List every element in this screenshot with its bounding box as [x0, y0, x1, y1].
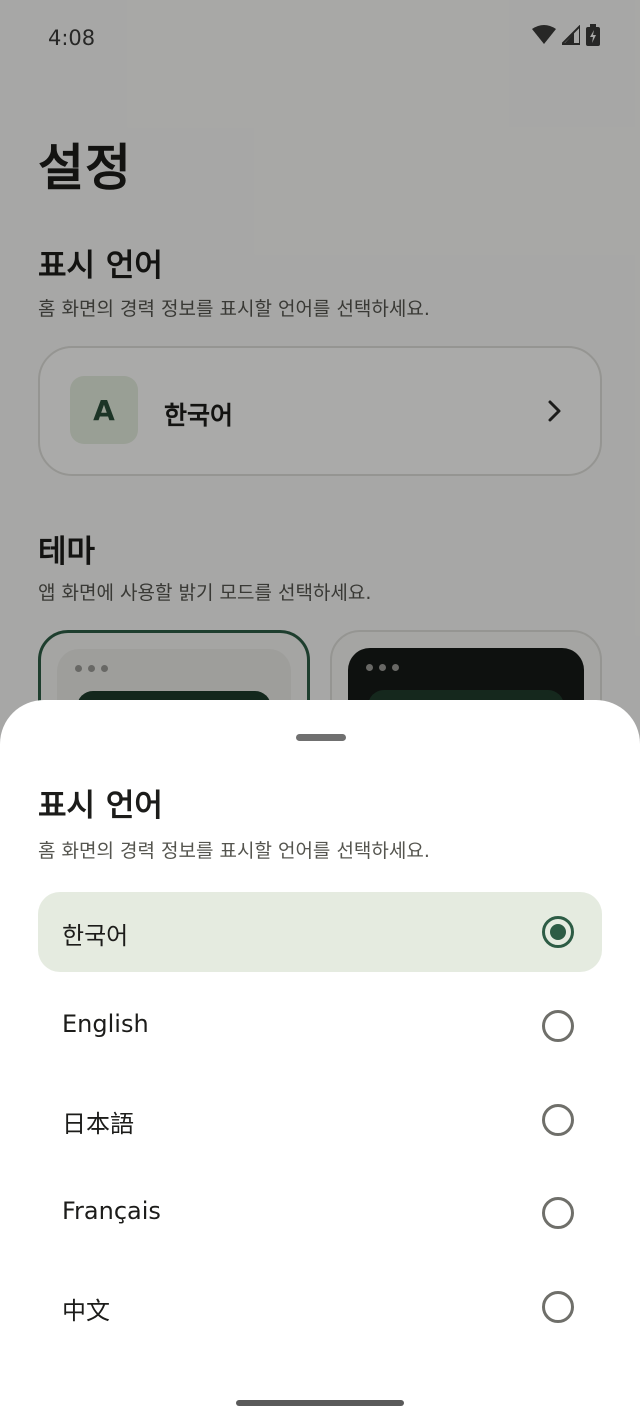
radio-checked-icon[interactable]: [542, 916, 574, 948]
language-option-french[interactable]: Français: [38, 1173, 602, 1253]
language-option-chinese[interactable]: 中文: [38, 1267, 602, 1347]
language-option-label: English: [62, 1010, 149, 1038]
language-option-label: 中文: [62, 1297, 110, 1325]
drag-handle[interactable]: [296, 734, 346, 741]
language-option-english[interactable]: English: [38, 986, 602, 1066]
language-option-label: 한국어: [62, 922, 129, 950]
radio-unchecked-icon[interactable]: [542, 1197, 574, 1229]
language-bottom-sheet: 표시 언어 홈 화면의 경력 정보를 표시할 언어를 선택하세요. 한국어 En…: [0, 700, 640, 1422]
radio-unchecked-icon[interactable]: [542, 1010, 574, 1042]
home-indicator[interactable]: [236, 1400, 404, 1406]
language-option-label: Français: [62, 1197, 161, 1225]
language-option-korean[interactable]: 한국어: [38, 892, 602, 972]
radio-unchecked-icon[interactable]: [542, 1104, 574, 1136]
sheet-title: 표시 언어: [38, 788, 163, 824]
language-option-label: 日本語: [62, 1110, 134, 1138]
language-option-japanese[interactable]: 日本語: [38, 1080, 602, 1160]
sheet-description: 홈 화면의 경력 정보를 표시할 언어를 선택하세요.: [38, 840, 430, 862]
radio-unchecked-icon[interactable]: [542, 1291, 574, 1323]
